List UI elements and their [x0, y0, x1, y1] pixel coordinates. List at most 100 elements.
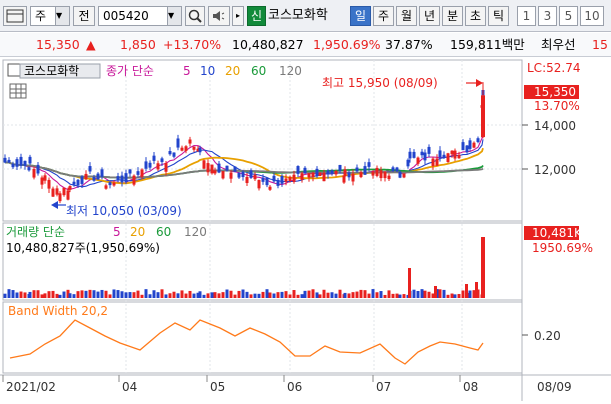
volume-bar — [375, 292, 379, 298]
candle-body — [72, 181, 76, 185]
candle-body — [296, 166, 300, 174]
volume-bar — [257, 293, 261, 298]
vol-ma-120: 120 — [184, 225, 207, 239]
candle-body — [108, 182, 112, 186]
chart-area[interactable]: 코스모화학 종가 단순 5 10 20 60 120 최고 15,950 (08… — [0, 58, 611, 401]
candle-body — [371, 171, 375, 176]
ma-period-10: 10 — [200, 64, 215, 78]
candle-body — [292, 174, 296, 182]
period-초[interactable]: 초 — [465, 6, 486, 26]
speaker-icon[interactable] — [208, 6, 230, 26]
volume-percent: 1,950.69% — [313, 37, 381, 52]
interval-5[interactable]: 5 — [559, 6, 578, 26]
candle-body — [420, 151, 424, 156]
volume-bar — [172, 291, 176, 298]
menu-icon[interactable] — [3, 6, 27, 26]
volume-bar — [461, 290, 465, 298]
volume-bar — [276, 292, 280, 298]
date-label-2: 05 — [210, 380, 225, 394]
candle-body — [315, 168, 319, 177]
volume-bar — [296, 294, 300, 298]
candle-body — [261, 177, 265, 182]
chevron-down-icon[interactable]: ▼ — [167, 7, 181, 25]
candle-body — [112, 182, 116, 186]
candle-body — [84, 173, 88, 180]
volume-bar — [420, 289, 424, 298]
candle-body — [3, 157, 7, 163]
volume-bar — [210, 292, 214, 298]
vol-ma-5: 5 — [113, 225, 121, 239]
volume-bar — [438, 289, 442, 298]
volume-bar — [272, 293, 276, 298]
interval-3[interactable]: 3 — [538, 6, 557, 26]
period-주[interactable]: 주 — [373, 6, 394, 26]
candle-body — [330, 170, 334, 174]
candle-body — [28, 156, 32, 164]
candle-body — [391, 167, 395, 171]
candle-body — [148, 162, 152, 168]
volume-bar — [144, 289, 148, 298]
volume-bar — [318, 294, 322, 298]
toolbar: 주 ▼ 전 005420 ▼ ▸ 신 코스모화학 일 주 월 년 분 초 틱 1 3 5 10 — [0, 0, 611, 32]
volume-bar — [160, 289, 164, 298]
candle-body — [62, 187, 66, 196]
candle-body — [180, 147, 184, 151]
volume-bar — [383, 294, 387, 298]
period-틱[interactable]: 틱 — [488, 6, 509, 26]
period-월[interactable]: 월 — [396, 6, 417, 26]
volume-bar — [253, 293, 257, 298]
market-select[interactable]: 주 ▼ — [30, 6, 70, 26]
trade-volume: 10,480,827 — [232, 37, 304, 52]
candle-body — [406, 159, 410, 167]
period-분[interactable]: 분 — [442, 6, 463, 26]
stock-code-input[interactable]: 005420 ▼ — [98, 6, 182, 26]
volume-bar — [15, 292, 19, 298]
date-label-6: 08/09 — [537, 380, 572, 394]
candle-body — [355, 167, 359, 172]
volume-bar — [241, 289, 245, 298]
candle-body — [363, 166, 367, 175]
candle-body — [160, 158, 164, 162]
candle-body — [272, 175, 276, 182]
candle-body — [453, 150, 457, 159]
candle-body — [326, 170, 330, 175]
candle-body — [68, 186, 72, 190]
jeon-button[interactable]: 전 — [73, 6, 95, 26]
period-일[interactable]: 일 — [350, 6, 371, 26]
interval-1[interactable]: 1 — [517, 6, 536, 26]
candle-body — [450, 150, 454, 155]
bb-title: Band Width 20,2 — [8, 304, 108, 318]
volume-bar — [51, 290, 55, 298]
dropdown-button[interactable]: ▸ — [232, 6, 244, 26]
interval-10[interactable]: 10 — [580, 6, 604, 26]
volume-bar — [100, 289, 104, 298]
volume-bar — [148, 294, 152, 298]
candle-body — [465, 145, 469, 153]
candle-body — [80, 176, 84, 184]
candle-body — [387, 175, 391, 180]
ma-period-120: 120 — [279, 64, 302, 78]
search-icon[interactable] — [185, 6, 205, 26]
period-년[interactable]: 년 — [419, 6, 440, 26]
ma-period-5: 5 — [183, 64, 191, 78]
current-price: 15,350 — [36, 37, 80, 52]
volume-bar — [468, 290, 472, 298]
volume-bar — [225, 289, 229, 298]
market-label: 주 — [35, 9, 47, 23]
candle-body — [19, 156, 23, 166]
candle-body — [40, 177, 44, 185]
candle-body — [225, 165, 229, 171]
candle-body — [47, 179, 51, 189]
candle-body — [184, 146, 188, 151]
volume-spike-2 — [465, 284, 468, 298]
candle-body — [398, 171, 402, 178]
candle-body — [257, 179, 261, 189]
candle-body — [265, 177, 269, 186]
candle-body — [229, 172, 233, 179]
volume-bar — [92, 290, 96, 298]
stock-chart[interactable]: 코스모화학 종가 단순 5 10 20 60 120 최고 15,950 (08… — [0, 58, 611, 401]
candle-body — [120, 175, 124, 183]
volume-bar — [55, 293, 59, 298]
vol-ma-20: 20 — [130, 225, 145, 239]
volume-bar — [280, 291, 284, 298]
